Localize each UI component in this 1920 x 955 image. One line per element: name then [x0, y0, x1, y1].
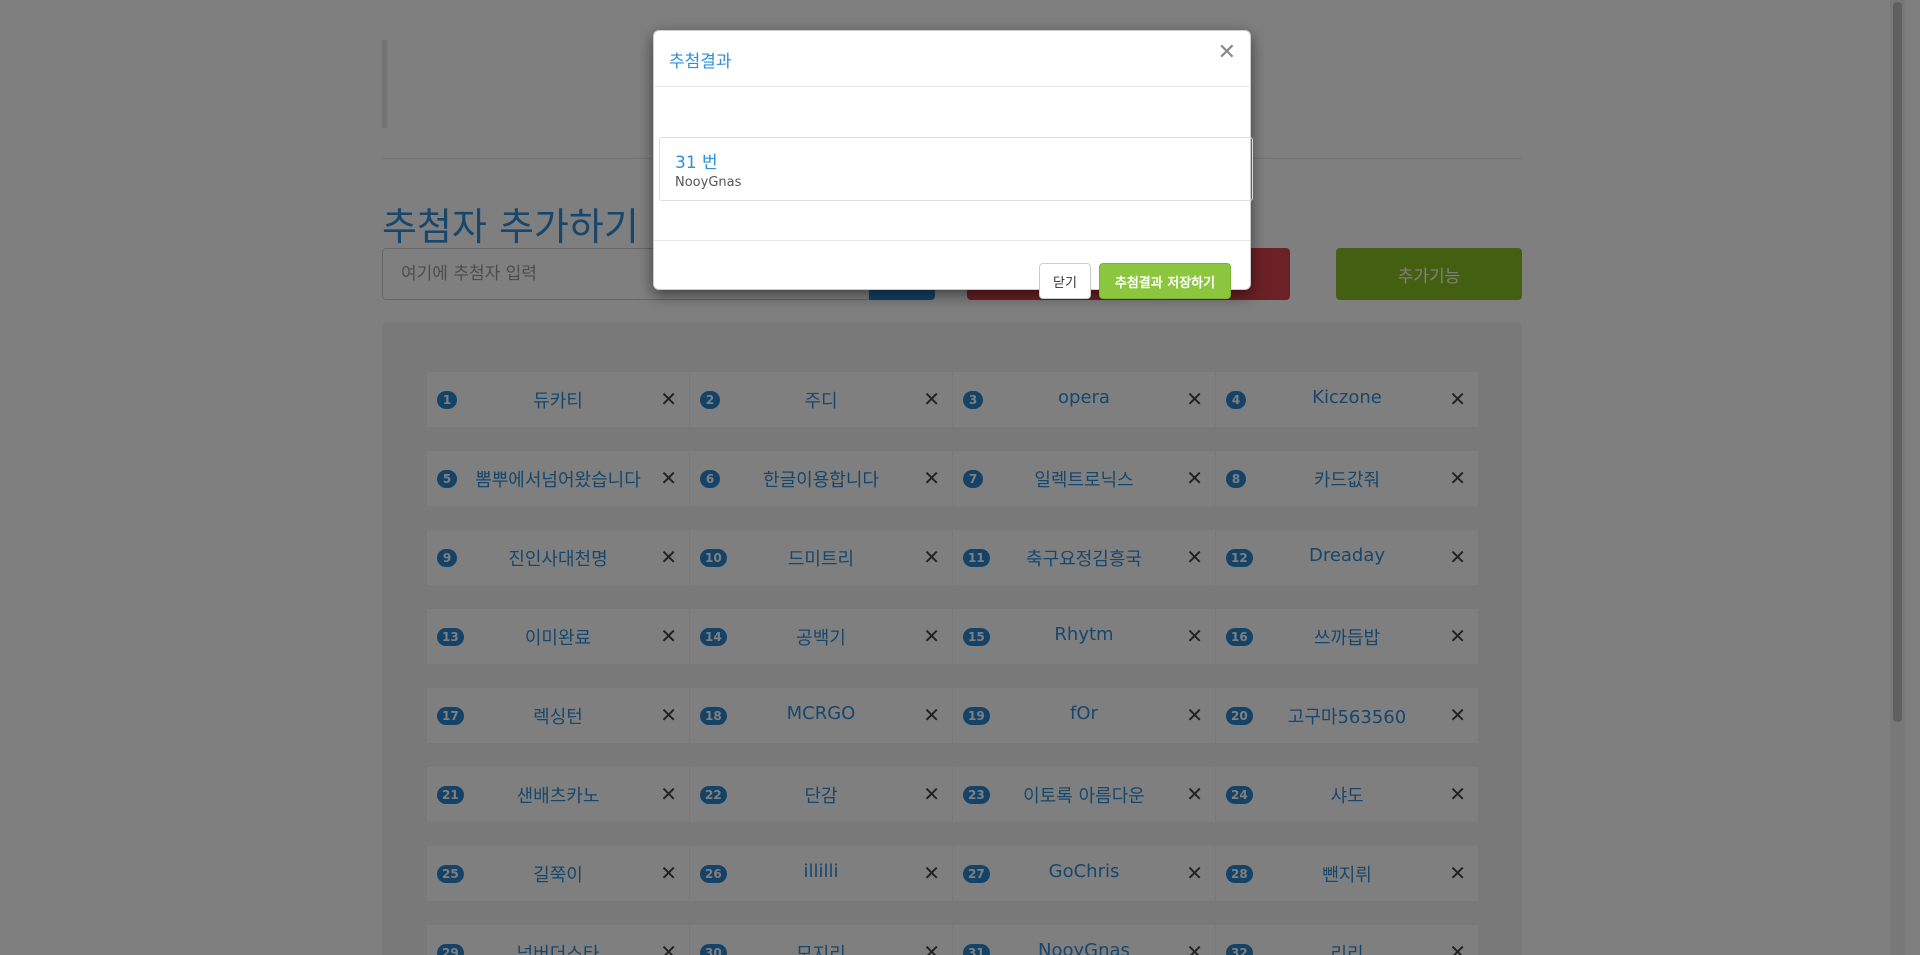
modal-body: 31 번 NooyGnas	[654, 87, 1253, 241]
result-number: 31 번	[675, 153, 718, 173]
save-result-button[interactable]: 추첨결과 저장하기	[1099, 263, 1231, 299]
result-modal: 추첨결과 ✕ 31 번 NooyGnas 닫기 추첨결과 저장하기	[653, 30, 1253, 299]
close-button[interactable]: 닫기	[1039, 263, 1091, 299]
result-card: 31 번 NooyGnas	[659, 137, 1253, 201]
modal-footer: 닫기 추첨결과 저장하기	[654, 241, 1250, 299]
result-name: NooyGnas	[675, 175, 742, 190]
modal-header: 추첨결과 ✕	[654, 31, 1250, 87]
modal-title: 추첨결과	[669, 52, 732, 72]
close-icon[interactable]: ✕	[1218, 41, 1236, 65]
